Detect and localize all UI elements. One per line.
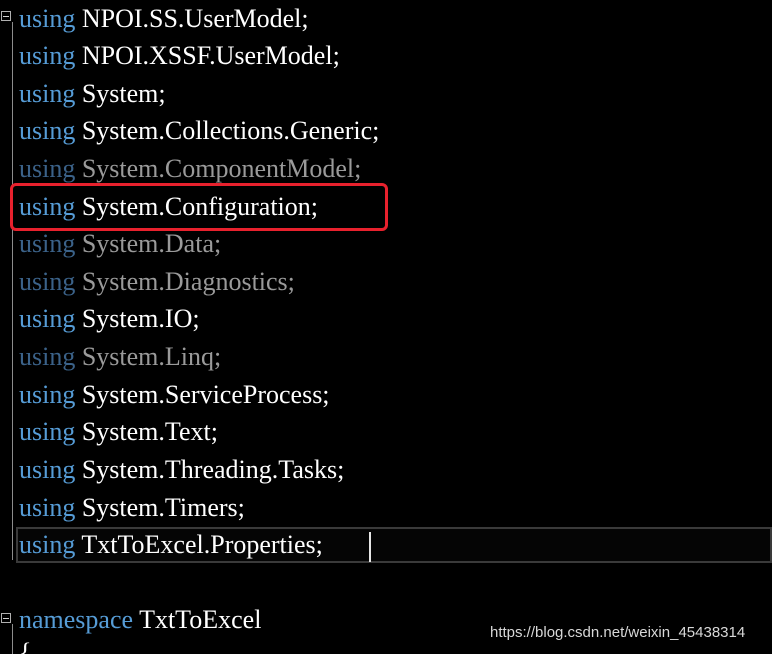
keyword-using: using	[19, 342, 76, 371]
namespace-name: NPOI.SS.UserModel;	[81, 4, 309, 33]
namespace-name: System.ServiceProcess;	[81, 380, 330, 409]
code-line[interactable]: using NPOI.XSSF.UserModel;	[19, 37, 340, 74]
keyword-namespace: namespace	[19, 605, 134, 634]
keyword-using: using	[19, 530, 76, 559]
code-line-current[interactable]: using TxtToExcel.Properties;	[19, 526, 323, 563]
keyword-using: using	[19, 304, 76, 333]
namespace-name: TxtToExcel.Properties;	[81, 530, 323, 559]
keyword-using: using	[19, 229, 76, 258]
keyword-using: using	[19, 154, 76, 183]
namespace-name: System.Linq;	[81, 342, 222, 371]
keyword-using: using	[19, 455, 76, 484]
code-line[interactable]: using NPOI.SS.UserModel;	[19, 0, 309, 37]
fold-guide-line	[12, 624, 13, 654]
keyword-using: using	[19, 79, 76, 108]
code-line[interactable]: using System.IO;	[19, 300, 200, 337]
keyword-using: using	[19, 417, 76, 446]
namespace-name: System;	[81, 79, 166, 108]
keyword-using: using	[19, 116, 76, 145]
namespace-name: System.Collections.Generic;	[81, 116, 380, 145]
keyword-using: using	[19, 380, 76, 409]
keyword-using: using	[19, 4, 76, 33]
keyword-using: using	[19, 41, 76, 70]
annotation-highlight-box	[10, 183, 388, 231]
code-line-unused[interactable]: using System.Linq;	[19, 338, 221, 375]
keyword-using: using	[19, 493, 76, 522]
code-line-unused[interactable]: using System.Diagnostics;	[19, 263, 295, 300]
namespace-name: System.Timers;	[81, 493, 245, 522]
text-caret	[369, 532, 371, 562]
code-line[interactable]: using System.Timers;	[19, 489, 245, 526]
namespace-name: System.Data;	[81, 229, 222, 258]
namespace-name: NPOI.XSSF.UserModel;	[81, 41, 340, 70]
namespace-declaration-name: TxtToExcel	[139, 605, 262, 634]
namespace-name: System.IO;	[81, 304, 200, 333]
watermark-text: https://blog.csdn.net/weixin_45438314	[490, 624, 746, 641]
fold-guide-line	[12, 22, 13, 560]
collapse-usings-icon[interactable]	[1, 11, 11, 21]
namespace-name: System.Diagnostics;	[81, 267, 295, 296]
code-line[interactable]: using System.Collections.Generic;	[19, 112, 379, 149]
code-line[interactable]: using System.ServiceProcess;	[19, 376, 330, 413]
collapse-namespace-icon[interactable]	[1, 613, 11, 623]
code-line-namespace[interactable]: namespace TxtToExcel	[19, 601, 261, 638]
namespace-name: System.Threading.Tasks;	[81, 455, 345, 484]
keyword-using: using	[19, 267, 76, 296]
code-line[interactable]: using System.Threading.Tasks;	[19, 451, 344, 488]
namespace-name: System.Text;	[81, 417, 218, 446]
code-editor[interactable]: using NPOI.SS.UserModel; using NPOI.XSSF…	[0, 0, 772, 654]
code-line-unused[interactable]: using System.ComponentModel;	[19, 150, 361, 187]
code-line[interactable]: using System;	[19, 75, 166, 112]
namespace-name: System.ComponentModel;	[81, 154, 362, 183]
code-line[interactable]: using System.Text;	[19, 413, 218, 450]
open-brace: {	[19, 638, 32, 654]
